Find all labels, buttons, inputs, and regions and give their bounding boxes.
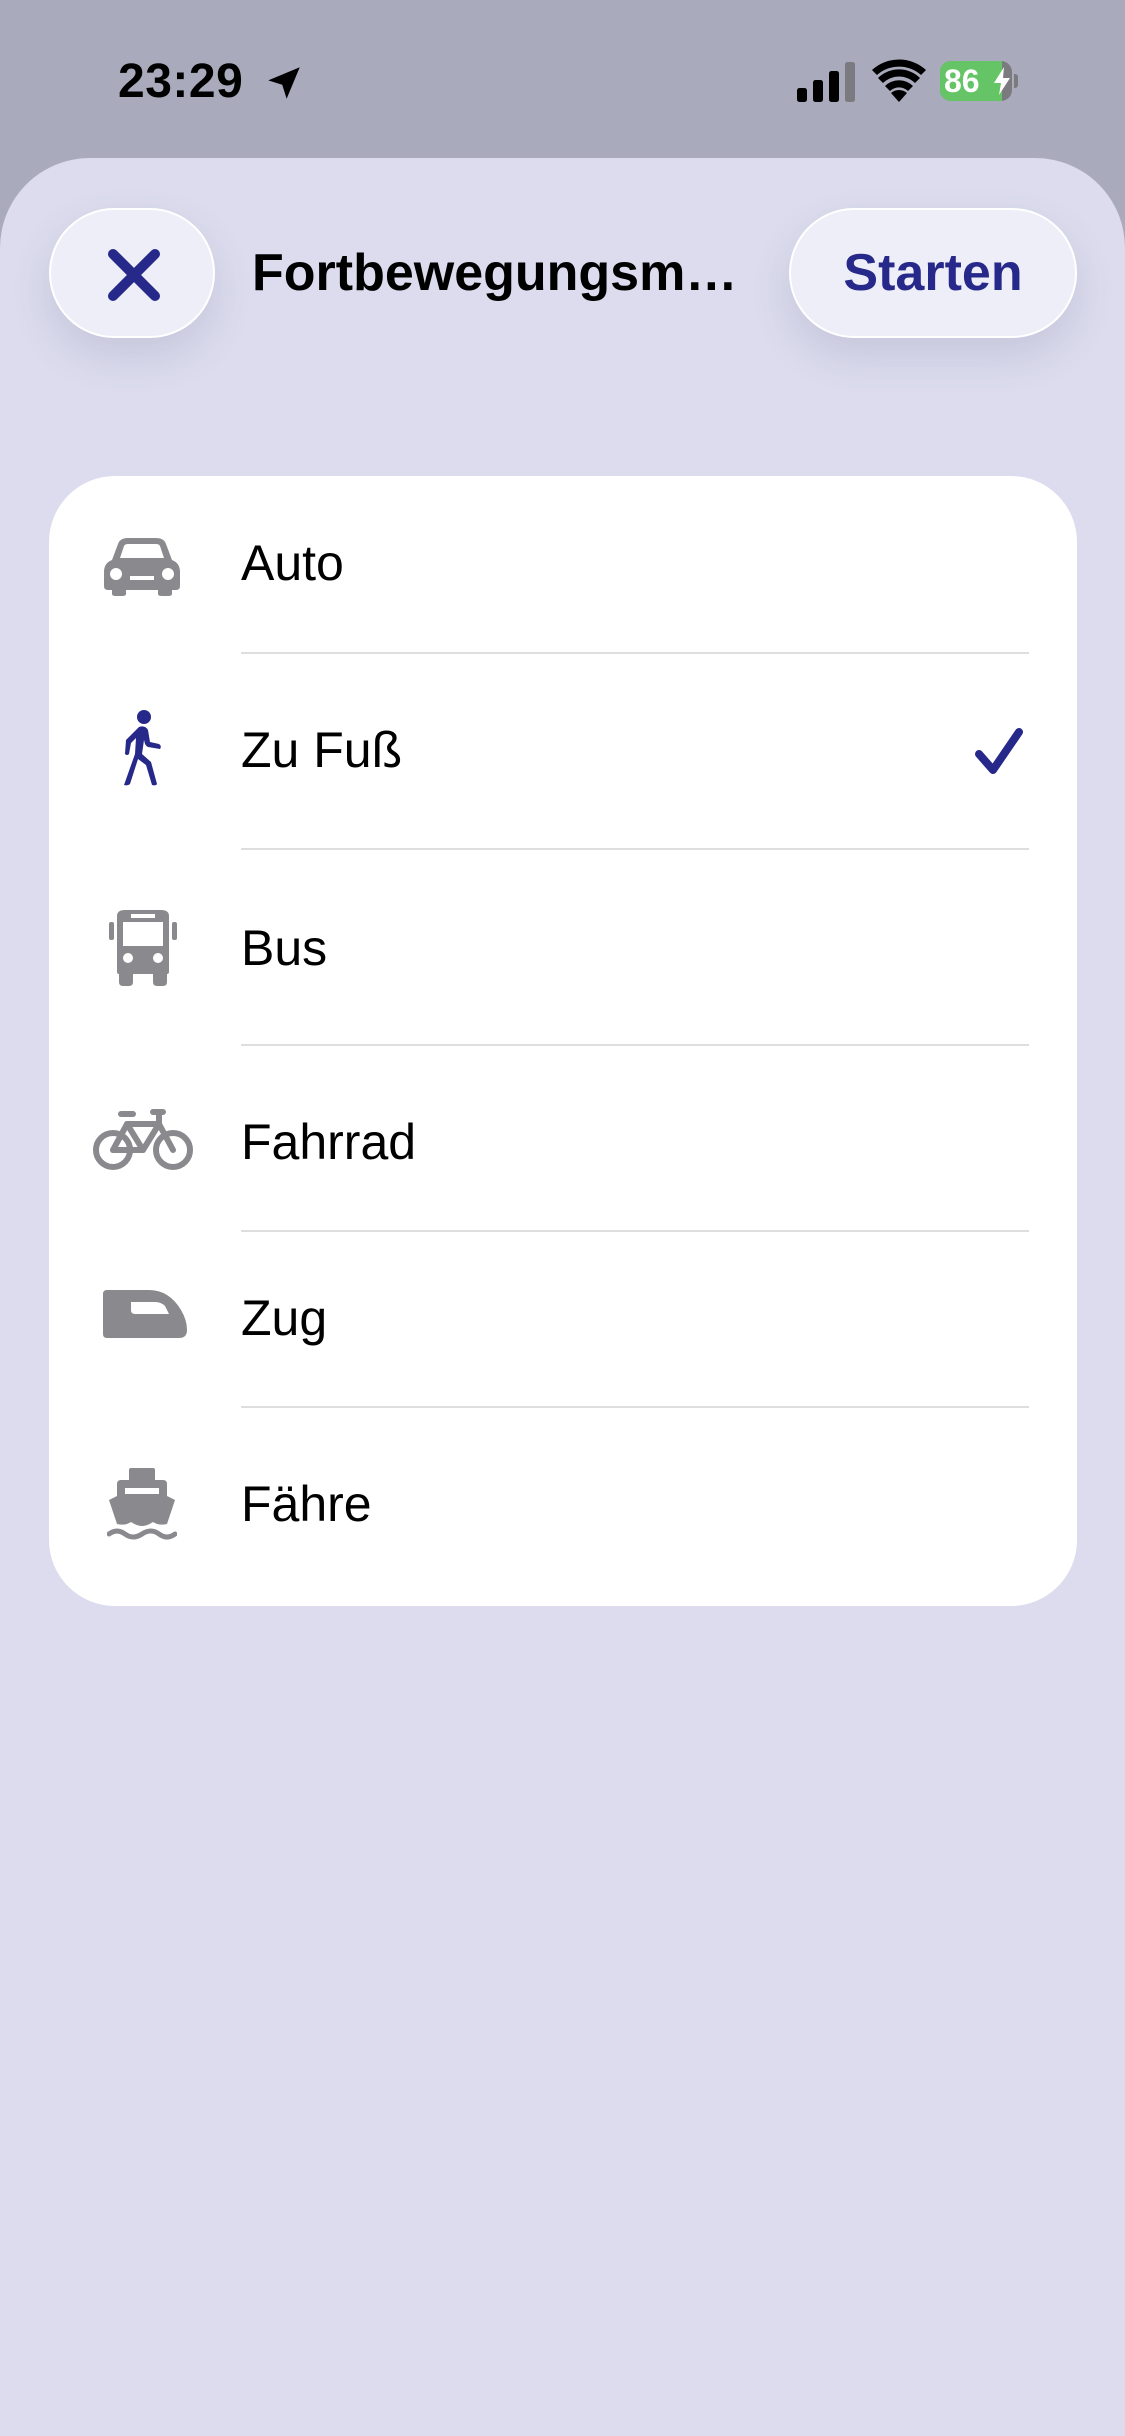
close-icon: [108, 249, 160, 301]
battery-indicator: 86: [940, 61, 1018, 101]
train-icon: [103, 1290, 187, 1338]
option-label: Fahrrad: [241, 1114, 417, 1170]
option-bus[interactable]: Bus: [49, 850, 1077, 1046]
option-ferry[interactable]: Fähre: [49, 1408, 1077, 1606]
close-button[interactable]: [49, 208, 215, 338]
option-icon-wrap: [49, 476, 239, 654]
wifi-icon: [872, 59, 926, 102]
option-icon-wrap: [49, 1232, 239, 1408]
bus-icon: [109, 910, 177, 986]
option-icon-wrap: [49, 654, 239, 850]
option-label: Fähre: [241, 1476, 372, 1532]
option-label: Zug: [241, 1290, 328, 1346]
location-arrow-icon: [268, 67, 300, 99]
walking-icon: [124, 710, 161, 786]
option-icon-wrap: [49, 850, 239, 1046]
checkmark-icon: [975, 728, 1023, 774]
status-time: 23:29: [118, 55, 244, 108]
bicycle-icon: [93, 1109, 193, 1170]
cellular-signal-icon: [797, 62, 855, 102]
charging-bolt-icon: [994, 67, 1010, 95]
option-train[interactable]: Zug: [49, 1232, 1077, 1408]
option-icon-wrap: [49, 1408, 239, 1606]
sheet-title: Fortbewegungsm…: [252, 244, 738, 302]
start-button[interactable]: Starten: [789, 208, 1077, 338]
ferry-icon: [107, 1468, 177, 1540]
option-icon-wrap: [49, 1046, 239, 1232]
option-label: Zu Fuß: [241, 722, 403, 778]
option-label: Bus: [241, 920, 328, 976]
sheet-header: Fortbewegungsm… Starten: [0, 158, 1125, 358]
car-icon: [104, 538, 180, 596]
transport-mode-sheet: Fortbewegungsm… Starten Auto Zu Fuß Bus …: [0, 158, 1125, 2436]
status-bar: 23:29 86: [0, 0, 1125, 160]
option-label: Auto: [241, 535, 344, 591]
option-bicycle[interactable]: Fahrrad: [49, 1046, 1077, 1232]
transport-options-list: Auto Zu Fuß Bus Fahrrad Zug Fähre: [49, 476, 1077, 1606]
option-walking[interactable]: Zu Fuß: [49, 654, 1077, 850]
option-auto[interactable]: Auto: [49, 476, 1077, 654]
